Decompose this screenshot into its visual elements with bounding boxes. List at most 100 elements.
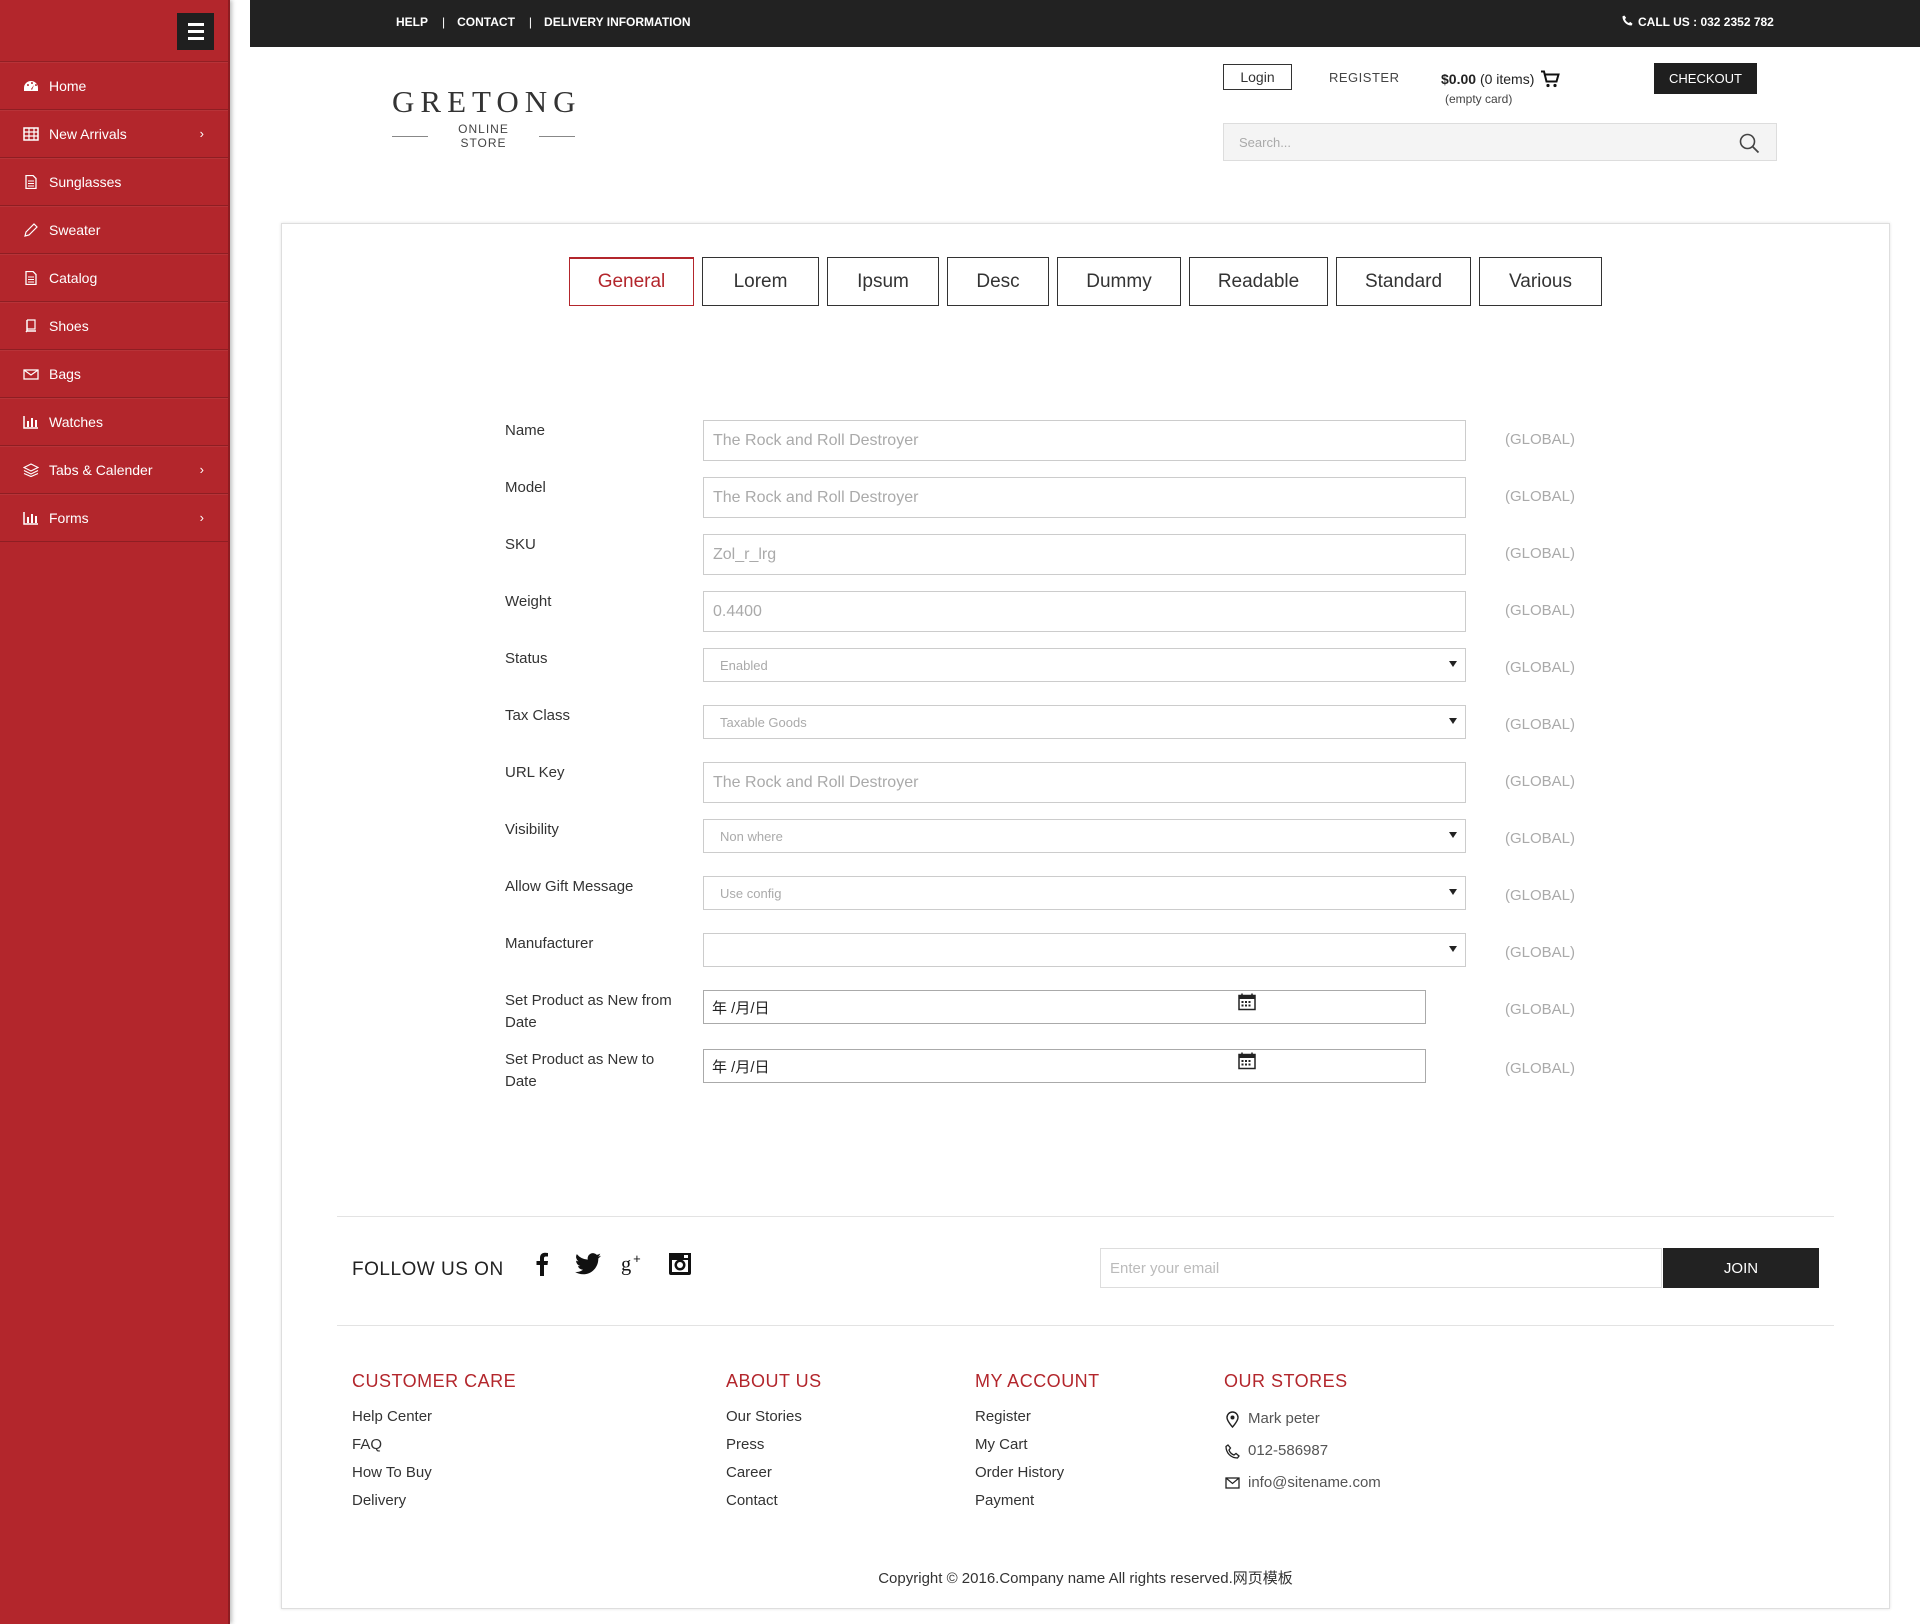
google-plus-icon[interactable]: g + [621,1251,647,1277]
calendar-icon[interactable] [1238,1052,1256,1075]
checkout-button[interactable]: CHECKOUT [1654,63,1757,94]
search-icon[interactable] [1739,133,1760,159]
footer-link[interactable]: Press [726,1431,822,1459]
field-label: Name [505,422,546,439]
tab-desc[interactable]: Desc [947,257,1049,306]
footer-link[interactable]: Our Stories [726,1403,822,1431]
scope-label: (GLOBAL) [1505,1001,1576,1018]
sidebar-item-catalog[interactable]: Catalog [0,254,228,302]
name-field[interactable]: The Rock and Roll Destroyer [703,420,1466,461]
sidebar-item-sunglasses[interactable]: Sunglasses [0,158,228,206]
footer-link[interactable]: Order History [975,1459,1100,1487]
search-input[interactable] [1224,124,1724,160]
sidebar-item-new-arrivals[interactable]: New Arrivals › [0,110,228,158]
cart-total: $0.00 [1441,71,1477,88]
top-links: HELP | CONTACT | DELIVERY INFORMATION [396,15,703,29]
cart-icon [1540,70,1561,91]
tab-ipsum[interactable]: Ipsum [827,257,939,306]
manufacturer-select[interactable] [703,933,1466,967]
chevron-right-icon: › [199,510,204,525]
footer-divider [337,1216,1834,1217]
footer-column-customer-care: CUSTOMER CARE Help Center FAQ How To Buy… [352,1371,516,1515]
field-label: Visibility [505,821,559,838]
field-label: Tax Class [505,707,571,724]
scope-label: (GLOBAL) [1505,773,1576,790]
tab-standard[interactable]: Standard [1336,257,1471,306]
model-field[interactable]: The Rock and Roll Destroyer [703,477,1466,518]
tab-lorem[interactable]: Lorem [702,257,819,306]
link-separator: | [528,15,533,29]
weight-field[interactable]: 0.4400 [703,591,1466,632]
register-link[interactable]: REGISTER [1329,70,1399,85]
document-icon [22,271,40,285]
new-to-date-field[interactable]: 年 /月/日 [703,1049,1426,1083]
help-link[interactable]: HELP [396,15,440,29]
book-icon [22,319,40,333]
form-row-visibility: Visibility Non where (GLOBAL) [505,819,1605,853]
footer-link[interactable]: Delivery [352,1487,516,1515]
tab-general[interactable]: General [569,257,694,306]
delivery-information-link[interactable]: DELIVERY INFORMATION [544,15,702,29]
sidebar-header [0,0,228,62]
sidebar-item-bags[interactable]: Bags [0,350,228,398]
sidebar-item-sweater[interactable]: Sweater [0,206,228,254]
footer-link[interactable]: Career [726,1459,822,1487]
tab-bar: General Lorem Ipsum Desc Dummy Readable … [569,257,1602,306]
caret-down-icon [1449,889,1457,895]
pencil-icon [22,223,40,237]
sidebar-item-tabs-calender[interactable]: Tabs & Calender › [0,446,228,494]
search-bar [1223,123,1777,161]
brand-subtitle: ONLINE STORE [392,122,575,150]
footer-link[interactable]: Contact [726,1487,822,1515]
sidebar-item-home[interactable]: Home [0,62,228,110]
join-button[interactable]: JOIN [1663,1248,1819,1288]
hamburger-menu-icon[interactable] [177,13,214,50]
login-button[interactable]: Login [1223,64,1292,90]
field-label: Set Product as New from Date [505,992,672,1031]
visibility-select[interactable]: Non where [703,819,1466,853]
top-bar: HELP | CONTACT | DELIVERY INFORMATION CA… [250,0,1920,47]
footer-link[interactable]: Register [975,1403,1100,1431]
cart-summary[interactable]: $0.00 (0 items) (empty card) [1441,70,1561,106]
tab-various[interactable]: Various [1479,257,1602,306]
instagram-icon[interactable] [667,1251,693,1277]
svg-text:g: g [621,1254,631,1276]
scope-label: (GLOBAL) [1505,830,1576,847]
scope-label: (GLOBAL) [1505,431,1576,448]
url-key-field[interactable]: The Rock and Roll Destroyer [703,762,1466,803]
sidebar-item-label: Catalog [49,270,98,286]
scope-label: (GLOBAL) [1505,1060,1576,1077]
social-links: g + [529,1251,693,1277]
facebook-icon[interactable] [529,1251,555,1277]
tab-readable[interactable]: Readable [1189,257,1328,306]
newsletter-email-field[interactable]: Enter your email [1100,1248,1662,1288]
footer-link[interactable]: How To Buy [352,1459,516,1487]
footer-link[interactable]: Payment [975,1487,1100,1515]
footer-link[interactable]: My Cart [975,1431,1100,1459]
link-separator: | [442,15,446,29]
caret-down-icon [1449,718,1457,724]
sidebar-item-forms[interactable]: Forms › [0,494,228,542]
tab-dummy[interactable]: Dummy [1057,257,1181,306]
sidebar-item-label: Home [49,78,87,94]
footer-link[interactable]: Help Center [352,1403,516,1431]
tax-class-select[interactable]: Taxable Goods [703,705,1466,739]
table-icon [22,127,40,141]
new-from-date-field[interactable]: 年 /月/日 [703,990,1426,1024]
gift-message-select[interactable]: Use config [703,876,1466,910]
sidebar-item-watches[interactable]: Watches [0,398,228,446]
scope-label: (GLOBAL) [1505,887,1576,904]
sku-field[interactable]: Zol_r_lrg [703,534,1466,575]
footer-link[interactable]: FAQ [352,1431,516,1459]
contact-link[interactable]: CONTACT [457,15,527,29]
twitter-icon[interactable] [575,1251,601,1277]
sidebar-item-label: Shoes [49,318,89,334]
store-contact-email[interactable]: info@sitename.com [1224,1467,1381,1499]
store-logo[interactable]: GRETONG ONLINE STORE [392,84,576,150]
scope-label: (GLOBAL) [1505,716,1576,733]
status-select[interactable]: Enabled [703,648,1466,682]
sidebar-item-shoes[interactable]: Shoes [0,302,228,350]
field-label: Status [505,650,548,667]
calendar-icon[interactable] [1238,993,1256,1016]
phone-icon [1224,1443,1240,1459]
